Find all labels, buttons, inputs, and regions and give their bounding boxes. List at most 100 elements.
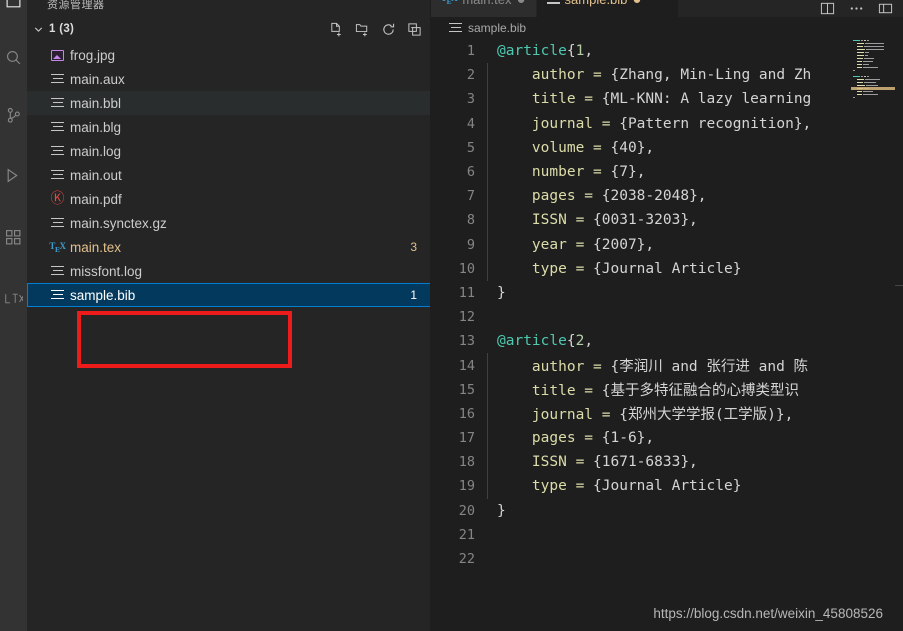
code-line[interactable]: 8 ISSN = {0031-3203},: [431, 208, 903, 233]
editor-tab[interactable]: sample.bib ●: [536, 0, 679, 17]
code-token: {Journal Article}: [593, 260, 742, 277]
file-tree-item[interactable]: Ⓚmain.pdf: [27, 187, 430, 211]
folder-section-header[interactable]: 1 (3): [27, 17, 430, 41]
file-tree-item[interactable]: main.blg: [27, 115, 430, 139]
file-tree-item[interactable]: main.aux: [27, 67, 430, 91]
file-tree-item[interactable]: missfont.log: [27, 259, 430, 283]
chevron-down-icon[interactable]: [27, 23, 49, 36]
file-tree-item[interactable]: frog.jpg: [27, 43, 430, 67]
text-file-icon: [51, 265, 64, 278]
text-file-icon: [51, 73, 64, 86]
code-token: {7},: [610, 164, 646, 181]
line-number: 20: [458, 502, 475, 519]
scrollbar-divider: [895, 285, 903, 286]
line-number: 5: [466, 139, 475, 156]
line-number: 6: [466, 164, 475, 181]
code-token: pages =: [497, 430, 602, 447]
code-token: {: [566, 43, 576, 60]
minimap-token: [863, 90, 874, 93]
more-actions-icon[interactable]: [849, 1, 864, 16]
file-name: main.aux: [70, 71, 125, 87]
code-line[interactable]: 16 journal = {郑州大学学报(工学版)},: [431, 401, 903, 426]
code-text: type = {Journal Article}: [477, 478, 903, 494]
breadcrumb[interactable]: sample.bib: [431, 17, 903, 39]
latex-icon[interactable]: [0, 283, 27, 313]
code-token: author =: [497, 67, 611, 84]
minimap-token: [863, 93, 878, 96]
code-line[interactable]: 22: [431, 547, 903, 571]
code-line[interactable]: 15 title = {基于多特征融合的心搏类型识: [431, 377, 903, 402]
code-line[interactable]: 3 title = {ML-KNN: A lazy learning: [431, 87, 903, 112]
code-text: ISSN = {1671-6833},: [477, 454, 903, 470]
code-line[interactable]: 11}: [431, 281, 903, 305]
dirty-indicator-icon[interactable]: ●: [632, 0, 641, 7]
code-line[interactable]: 13 @article{2,: [431, 329, 903, 353]
code-token: journal =: [497, 115, 620, 132]
code-line[interactable]: 6 number = {7},: [431, 159, 903, 185]
code-line[interactable]: 7 pages = {2038-2048},: [431, 184, 903, 209]
code-line[interactable]: 2 author = {Zhang, Min-Ling and Zh: [431, 63, 903, 88]
code-line[interactable]: 5 volume = {40},: [431, 135, 903, 160]
file-tree-item[interactable]: TEX main.tex 3: [27, 235, 430, 259]
file-name: sample.bib: [70, 287, 136, 303]
file-name: main.bbl: [70, 95, 122, 111]
code-token: 1: [575, 43, 585, 60]
editor-scrollbar[interactable]: [893, 39, 903, 139]
code-line[interactable]: 17 pages = {1-6},: [431, 426, 903, 451]
new-file-icon[interactable]: [328, 21, 345, 38]
code-token: {基于多特征融合的心搏类型识: [601, 383, 799, 400]
file-name: main.blg: [70, 119, 122, 135]
split-editor-icon[interactable]: [820, 1, 835, 16]
code-token: {Pattern recognition},: [619, 115, 812, 132]
code-text: @article{2,: [477, 333, 903, 349]
file-name: main.out: [70, 167, 122, 183]
editor-tab[interactable]: TEX main.tex ●: [431, 0, 537, 17]
code-token: {Zhang, Min-Ling and Zh: [610, 67, 812, 84]
code-line[interactable]: 12: [431, 305, 903, 329]
extensions-icon[interactable]: [0, 222, 27, 252]
run-debug-icon[interactable]: [0, 160, 27, 190]
tab-label: main.tex: [462, 0, 511, 7]
search-icon[interactable]: [0, 42, 27, 72]
code-line[interactable]: 9 year = {2007},: [431, 232, 903, 257]
image-icon: [51, 49, 64, 61]
editor-tab-bar: TEX main.tex ● sample.bib ●: [431, 0, 903, 17]
collapse-all-icon[interactable]: [406, 21, 423, 38]
file-tree-item[interactable]: sample.bib 1: [27, 283, 430, 307]
minimap-token: [857, 51, 864, 54]
dirty-indicator-icon[interactable]: ●: [516, 0, 525, 7]
code-line[interactable]: 4 journal = {Pattern recognition},: [431, 111, 903, 136]
file-tree-item[interactable]: main.synctex.gz: [27, 211, 430, 235]
code-line[interactable]: 18 ISSN = {1671-6833},: [431, 450, 903, 475]
code-token: @article: [497, 43, 567, 60]
code-editor[interactable]: 1 @article{1, 2 author = {Zhang, Min-Ling …: [431, 39, 903, 631]
code-line[interactable]: 10 type = {Journal Article}: [431, 256, 903, 281]
line-number: 13: [458, 333, 475, 350]
indent-guide: [487, 401, 488, 426]
source-control-icon[interactable]: [0, 100, 27, 130]
file-tree-item[interactable]: main.out: [27, 163, 430, 187]
minimap[interactable]: [851, 39, 895, 127]
layout-icon[interactable]: [878, 1, 893, 16]
line-number: 8: [466, 212, 475, 229]
code-line[interactable]: 20}: [431, 499, 903, 523]
explorer-toolbar: [328, 17, 423, 41]
file-tree-item[interactable]: main.bbl: [27, 91, 430, 115]
line-number: 3: [466, 91, 475, 108]
code-line[interactable]: 1 @article{1,: [431, 39, 903, 63]
minimap-token: [857, 66, 863, 69]
new-folder-icon[interactable]: [354, 21, 371, 38]
minimap-token: [865, 48, 885, 51]
text-file-icon: [51, 145, 64, 158]
refresh-icon[interactable]: [380, 21, 397, 38]
minimap-token: [853, 96, 855, 99]
indent-guide: [487, 232, 488, 257]
explorer-icon[interactable]: [0, 0, 27, 16]
activity-bar: [0, 0, 27, 631]
file-tree-item[interactable]: main.log: [27, 139, 430, 163]
code-text: author = {李润川 and 张行进 and 陈: [477, 355, 903, 376]
code-line[interactable]: 19 type = {Journal Article}: [431, 474, 903, 499]
code-line[interactable]: 14 author = {李润川 and 张行进 and 陈: [431, 353, 903, 378]
code-line[interactable]: 21: [431, 523, 903, 547]
file-name: main.pdf: [70, 191, 122, 207]
